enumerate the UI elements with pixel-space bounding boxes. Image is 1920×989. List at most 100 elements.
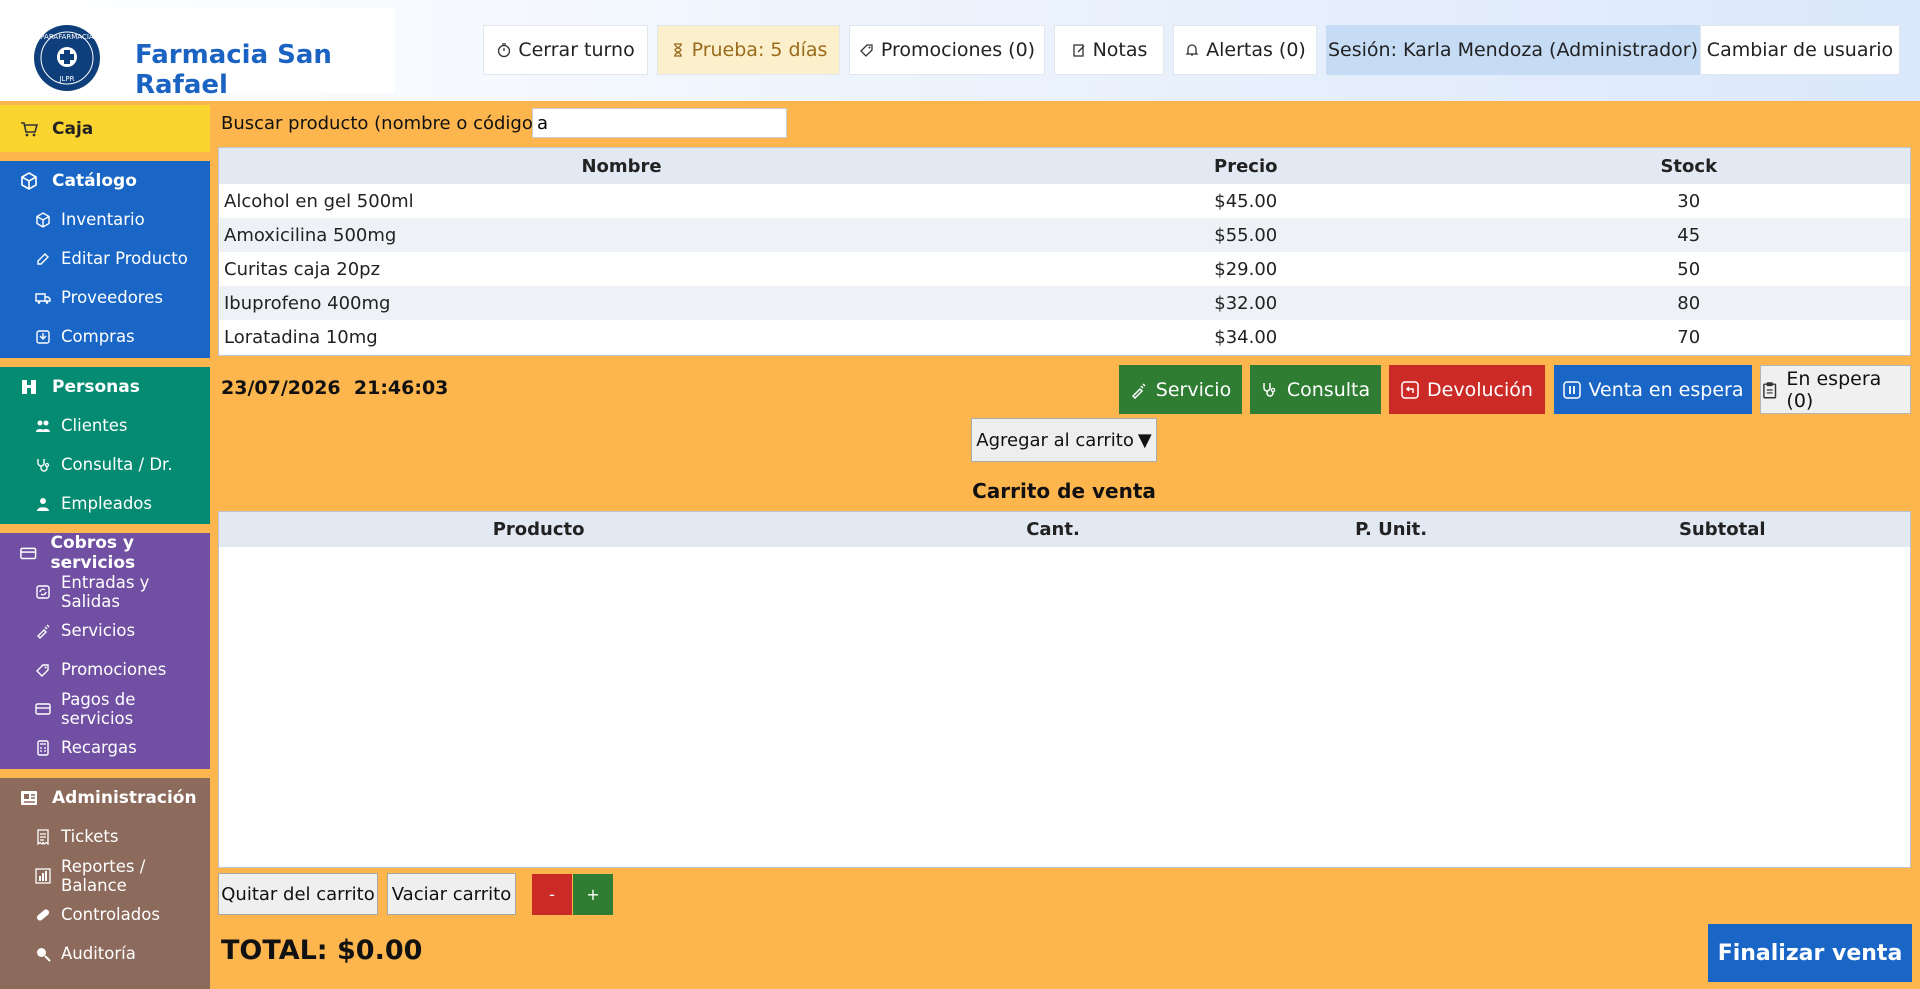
- service-button[interactable]: Servicio: [1119, 365, 1242, 414]
- truck-icon: [35, 292, 51, 304]
- increase-qty-button[interactable]: +: [573, 874, 613, 915]
- sidebar-item-pagos-servicios[interactable]: Pagos de servicios: [0, 689, 210, 728]
- sidebar-catalogo-title: Catálogo: [52, 170, 137, 191]
- alerts-button[interactable]: Alertas (0): [1173, 25, 1317, 75]
- column-header-product[interactable]: Producto: [219, 519, 858, 540]
- sidebar-item-label: Auditoría: [61, 944, 136, 963]
- change-user-label: Cambiar de usuario: [1706, 39, 1894, 61]
- pharmacy-logo: PARAFARMACIA JLPR: [34, 25, 100, 91]
- sidebar-item-auditoria[interactable]: Auditoría: [0, 934, 210, 973]
- sidebar-title-catalogo[interactable]: Catálogo: [0, 161, 210, 200]
- hold-sale-label: Venta en espera: [1588, 378, 1744, 401]
- sidebar-section-caja[interactable]: Caja: [0, 105, 210, 152]
- dashboard-icon: [21, 790, 37, 805]
- syringe-icon: [37, 624, 50, 639]
- decrease-qty-button[interactable]: -: [532, 874, 572, 915]
- search-label: Buscar producto (nombre o código):: [221, 113, 546, 134]
- trial-badge[interactable]: Prueba: 5 días: [657, 25, 840, 75]
- svg-text:PARAFARMACIA: PARAFARMACIA: [40, 33, 94, 41]
- sidebar-item-proveedores[interactable]: Proveedores: [0, 278, 210, 317]
- sidebar-item-inventario[interactable]: Inventario: [0, 200, 210, 239]
- sidebar-item-tickets[interactable]: Tickets: [0, 817, 210, 856]
- sidebar-item-servicios[interactable]: Servicios: [0, 611, 210, 650]
- table-row[interactable]: Amoxicilina 500mg $55.00 45: [219, 218, 1910, 252]
- consult-button[interactable]: Consulta: [1250, 365, 1381, 414]
- sidebar-title-personas[interactable]: Personas: [0, 367, 210, 406]
- brand-name: Farmacia San Rafael: [135, 40, 332, 100]
- column-header-price[interactable]: Precio: [1024, 156, 1467, 177]
- people-icon: [22, 379, 36, 394]
- search-input[interactable]: [532, 108, 787, 138]
- top-header: PARAFARMACIA JLPR Farmacia San Rafael Ce…: [0, 0, 1920, 101]
- current-time: 21:46:03: [353, 377, 449, 399]
- sidebar-item-label: Promociones: [61, 660, 167, 679]
- close-shift-button[interactable]: Cerrar turno: [483, 25, 648, 75]
- session-label: Sesión: Karla Mendoza (Administrador): [1328, 39, 1698, 61]
- sidebar-item-editar-producto[interactable]: Editar Producto: [0, 239, 210, 278]
- sidebar-item-label: Reportes / Balance: [61, 856, 146, 895]
- tag-icon: [36, 663, 49, 677]
- remove-from-cart-button[interactable]: Quitar del carrito: [218, 873, 378, 915]
- cart-table: Producto Cant. P. Unit. Subtotal: [218, 511, 1911, 868]
- hold-sale-button[interactable]: Venta en espera: [1554, 365, 1752, 414]
- bar-chart-icon: [35, 867, 51, 884]
- sidebar-cobros-title: Cobros y servicios: [50, 532, 136, 573]
- logo-area: PARAFARMACIA JLPR Farmacia San Rafael: [0, 8, 395, 100]
- sidebar-item-label: Editar Producto: [61, 249, 188, 268]
- table-row[interactable]: Alcohol en gel 500ml $45.00 30: [219, 184, 1910, 218]
- sidebar-item-promociones[interactable]: Promociones: [0, 650, 210, 689]
- notes-button[interactable]: Notas: [1054, 25, 1164, 75]
- sidebar-title-admin[interactable]: Administración: [0, 778, 210, 817]
- sidebar-item-label: Pagos de servicios: [61, 689, 136, 728]
- syringe-icon: [1131, 382, 1146, 399]
- return-label: Devolución: [1427, 378, 1533, 401]
- total-amount: TOTAL: $0.00: [221, 935, 423, 966]
- column-header-name[interactable]: Nombre: [219, 156, 1024, 177]
- clipboard-icon: [1763, 381, 1777, 398]
- sidebar-item-label: Clientes: [61, 416, 128, 435]
- sidebar-item-reportes[interactable]: Reportes / Balance: [0, 856, 210, 895]
- cell-price: $29.00: [1214, 258, 1278, 280]
- promotions-button[interactable]: Promociones (0): [849, 25, 1045, 75]
- sidebar-item-label: Inventario: [61, 210, 145, 229]
- sidebar-item-recargas[interactable]: Recargas: [0, 728, 210, 767]
- sidebar-item-clientes[interactable]: Clientes: [0, 406, 210, 445]
- sidebar-item-compras[interactable]: Compras: [0, 317, 210, 356]
- sidebar-section-cobros: Cobros y servicios Entradas y Salidas Se…: [0, 533, 210, 769]
- sidebar-item-entradas-salidas[interactable]: Entradas y Salidas: [0, 572, 210, 611]
- empty-cart-button[interactable]: Vaciar carrito: [387, 873, 516, 915]
- table-row[interactable]: Curitas caja 20pz $29.00 50: [219, 252, 1910, 286]
- on-hold-list-button[interactable]: En espera (0): [1760, 365, 1911, 414]
- pencil-icon: [37, 252, 49, 265]
- column-header-qty[interactable]: Cant.: [858, 519, 1248, 540]
- service-label: Servicio: [1155, 378, 1232, 401]
- sidebar: Caja Catálogo Inventario Editar Producto…: [0, 101, 210, 989]
- column-header-subtotal[interactable]: Subtotal: [1534, 519, 1910, 540]
- sidebar-item-label: Tickets: [61, 827, 119, 846]
- column-header-unit-price[interactable]: P. Unit.: [1248, 519, 1535, 540]
- sidebar-item-caja[interactable]: Caja: [0, 105, 210, 152]
- table-row[interactable]: Loratadina 10mg $34.00 70: [219, 320, 1910, 354]
- cart-table-header: Producto Cant. P. Unit. Subtotal: [219, 512, 1910, 547]
- cart-icon: [21, 121, 38, 136]
- pill-icon: [36, 908, 50, 921]
- sidebar-item-label: Compras: [61, 327, 135, 346]
- session-info: Sesión: Karla Mendoza (Administrador): [1326, 25, 1700, 75]
- add-to-cart-button[interactable]: Agregar al carrito ▼: [971, 418, 1157, 462]
- refresh-box-icon: [36, 584, 50, 599]
- cell-stock: 50: [1677, 258, 1701, 280]
- column-header-stock[interactable]: Stock: [1468, 156, 1910, 177]
- sidebar-caja-label: Caja: [52, 118, 94, 139]
- bell-icon: [1185, 44, 1199, 56]
- box-icon: [36, 211, 50, 228]
- return-button[interactable]: Devolución: [1389, 365, 1545, 414]
- finalize-sale-button[interactable]: Finalizar venta: [1708, 924, 1912, 982]
- users-icon: [36, 420, 50, 432]
- sidebar-section-admin: Administración Tickets Reportes / Balanc…: [0, 778, 210, 989]
- return-arrow-icon: [1401, 380, 1419, 399]
- sidebar-title-cobros[interactable]: Cobros y servicios: [0, 532, 210, 573]
- sidebar-item-controlados[interactable]: Controlados: [0, 895, 210, 934]
- change-user-button[interactable]: Cambiar de usuario: [1700, 25, 1900, 75]
- table-row[interactable]: Ibuprofeno 400mg $32.00 80: [219, 286, 1910, 320]
- stethoscope-icon: [37, 458, 50, 472]
